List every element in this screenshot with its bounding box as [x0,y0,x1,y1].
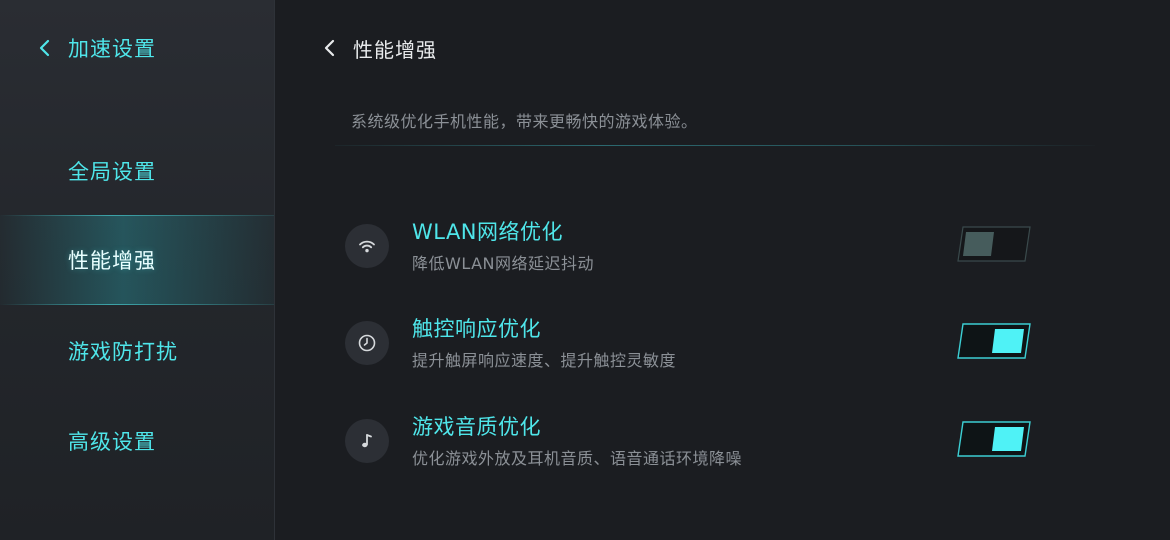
main-panel: 性能增强 系统级优化手机性能，带来更畅快的游戏体验。 WLAN网络优化 降低WL… [275,0,1170,540]
touch-optimization-toggle[interactable] [957,323,1031,359]
setting-title: 触控响应优化 [412,317,541,341]
setting-row-audio: 游戏音质优化 优化游戏外放及耳机音质、语音通话环境降噪 [345,411,1035,471]
main-back-button[interactable]: 性能增强 [315,26,437,70]
page-title: 性能增强 [353,37,437,62]
setting-title: WLAN网络优化 [412,220,564,244]
sidebar-item-performance[interactable]: 性能增强 [0,215,274,305]
sidebar-item-label: 性能增强 [68,249,156,273]
audio-optimization-toggle[interactable] [957,421,1031,457]
chevron-left-icon [38,38,52,58]
chevron-left-icon [323,38,337,58]
setting-subtitle: 提升触屏响应速度、提升触控灵敏度 [412,351,677,370]
sidebar-back-button[interactable]: 加速设置 [0,26,274,70]
page-description: 系统级优化手机性能，带来更畅快的游戏体验。 [351,112,698,131]
sidebar-title: 加速设置 [68,37,156,61]
setting-title: 游戏音质优化 [412,415,541,439]
sidebar-item-advanced-settings[interactable]: 高级设置 [0,396,274,486]
setting-subtitle: 优化游戏外放及耳机音质、语音通话环境降噪 [412,449,743,468]
app-root: 加速设置 全局设置 性能增强 游戏防打扰 高级设置 性能增强 系统级优化手机性能… [0,0,1170,540]
setting-subtitle: 降低WLAN网络延迟抖动 [412,254,595,273]
wlan-optimization-toggle[interactable] [957,226,1031,262]
wifi-icon [345,224,389,268]
sidebar-item-game-dnd[interactable]: 游戏防打扰 [0,306,274,396]
sidebar-item-label: 全局设置 [68,160,156,184]
divider [335,145,1095,146]
sidebar: 加速设置 全局设置 性能增强 游戏防打扰 高级设置 [0,0,275,540]
setting-row-wlan: WLAN网络优化 降低WLAN网络延迟抖动 [345,216,1035,276]
sidebar-item-label: 游戏防打扰 [68,340,178,364]
sidebar-item-global-settings[interactable]: 全局设置 [0,126,274,216]
music-note-icon [345,419,389,463]
sidebar-item-label: 高级设置 [68,430,156,454]
clock-icon [345,321,389,365]
setting-row-touch: 触控响应优化 提升触屏响应速度、提升触控灵敏度 [345,313,1035,373]
